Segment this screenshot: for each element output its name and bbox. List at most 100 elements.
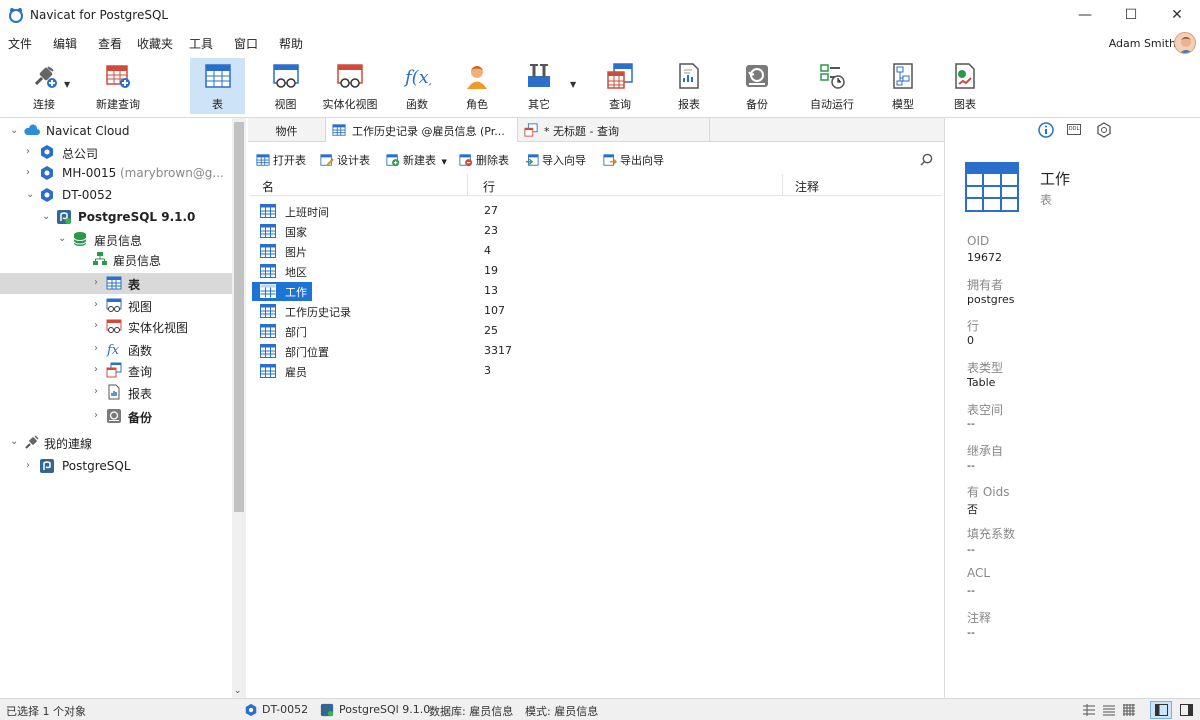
- menu-file[interactable]: 文件: [8, 35, 32, 52]
- tree-item-database[interactable]: ⌄ 雇员信息: [0, 229, 232, 250]
- table-row[interactable]: 上班时间 27: [252, 202, 942, 221]
- tree-item-backups[interactable]: › 备份: [0, 406, 232, 427]
- toolbar-label: 表: [212, 98, 223, 111]
- chevron-down-icon[interactable]: ⌄: [26, 189, 36, 200]
- chevron-down-icon[interactable]: ⌄: [42, 211, 52, 222]
- table-row-count: 25: [484, 324, 498, 337]
- tree-item-reports[interactable]: › 报表: [0, 382, 232, 403]
- detail-view-icon[interactable]: [1103, 704, 1115, 716]
- column-divider[interactable]: [467, 174, 468, 196]
- search-icon[interactable]: [920, 153, 933, 166]
- toolbar-view-button[interactable]: 视图: [258, 58, 313, 114]
- grid-view-icon[interactable]: [1123, 704, 1135, 716]
- column-divider[interactable]: [782, 174, 783, 196]
- toolbar-table-button[interactable]: 表: [190, 58, 245, 114]
- menu-tools[interactable]: 工具: [189, 35, 213, 52]
- tree-item-tables[interactable]: › 表: [0, 273, 232, 294]
- chevron-down-icon[interactable]: ▼: [570, 80, 576, 89]
- list-view-icon[interactable]: [1083, 704, 1095, 716]
- design-table-label: 设计表: [337, 154, 370, 167]
- chevron-down-icon[interactable]: ⌄: [10, 436, 20, 447]
- prop-value-tablespace: --: [967, 417, 975, 430]
- scroll-down-icon[interactable]: ⌄: [234, 686, 242, 696]
- menu-view[interactable]: 查看: [98, 35, 122, 52]
- toolbar-other-button[interactable]: 其它: [514, 58, 564, 114]
- tree-item-mh-0015[interactable]: › MH-0015 (marybrown@g...: [0, 163, 232, 184]
- table-row[interactable]: 部门位置 3317: [252, 342, 942, 361]
- chevron-right-icon[interactable]: ›: [94, 386, 104, 397]
- tree-item-dt-0052[interactable]: ⌄ DT-0052: [0, 185, 232, 206]
- close-button[interactable]: ✕: [1154, 0, 1200, 30]
- design-table-button[interactable]: 设计表: [320, 152, 370, 168]
- tree-item-schema[interactable]: 雇员信息: [0, 249, 232, 270]
- table-icon: [260, 264, 276, 278]
- chevron-right-icon[interactable]: ›: [94, 299, 104, 310]
- menu-favorites[interactable]: 收藏夹: [137, 35, 173, 52]
- toolbar-backup-button[interactable]: 备份: [732, 58, 782, 114]
- menu-edit[interactable]: 编辑: [53, 35, 77, 52]
- tree-item-queries[interactable]: › 查询: [0, 360, 232, 381]
- toolbar-materialized-view-button[interactable]: 实体化视图: [320, 58, 380, 114]
- table-row[interactable]: 部门 25: [252, 322, 942, 341]
- menu-help[interactable]: 帮助: [279, 35, 303, 52]
- table-row-selected[interactable]: 工作 13: [252, 282, 942, 301]
- dependency-icon[interactable]: [1096, 122, 1112, 138]
- toolbar-model-button[interactable]: 模型: [878, 58, 928, 114]
- maximize-button[interactable]: ☐: [1108, 0, 1154, 30]
- table-row[interactable]: 地区 19: [252, 262, 942, 281]
- chevron-down-icon[interactable]: ▼: [64, 80, 70, 89]
- minimize-button[interactable]: —: [1062, 0, 1108, 30]
- column-header-comment[interactable]: 注释: [795, 178, 819, 195]
- open-table-button[interactable]: 打开表: [256, 152, 306, 168]
- chevron-right-icon[interactable]: ›: [94, 320, 104, 331]
- chevron-down-icon[interactable]: ⌄: [58, 233, 68, 244]
- tree-item-headquarters[interactable]: › 总公司: [0, 142, 232, 163]
- new-table-button[interactable]: 新建表 ▼: [386, 152, 447, 168]
- menu-window[interactable]: 窗口: [234, 35, 258, 52]
- chevron-right-icon[interactable]: ›: [94, 410, 104, 421]
- table-row[interactable]: 图片 4: [252, 242, 942, 261]
- chevron-right-icon[interactable]: ›: [94, 343, 104, 354]
- ddl-icon[interactable]: DDL: [1067, 124, 1081, 135]
- toolbar-new-query-button[interactable]: 新建查询: [88, 58, 148, 114]
- tab-objects[interactable]: 物件: [248, 118, 326, 142]
- tree-item-functions[interactable]: › fx 函数: [0, 339, 232, 360]
- column-header-name[interactable]: 名: [262, 178, 274, 195]
- sidebar-scrollbar[interactable]: ⌄: [232, 118, 246, 698]
- table-row[interactable]: 工作历史记录 107: [252, 302, 942, 321]
- tree-item-my-connections[interactable]: ⌄ 我的連線: [0, 432, 232, 453]
- toolbar-report-button[interactable]: 报表: [664, 58, 714, 114]
- tree-item-views[interactable]: › 视图: [0, 295, 232, 316]
- tree-item-materialized-views[interactable]: › 实体化视图: [0, 316, 232, 337]
- export-wizard-button[interactable]: 导出向导: [603, 152, 664, 168]
- toolbar-automation-button[interactable]: 自动运行: [804, 58, 860, 114]
- table-row[interactable]: 雇员 3: [252, 362, 942, 381]
- table-row[interactable]: 国家 23: [252, 222, 942, 241]
- scrollbar-thumb[interactable]: [234, 122, 244, 512]
- chevron-right-icon[interactable]: ›: [26, 146, 36, 157]
- info-icon[interactable]: [1038, 122, 1054, 138]
- user-name[interactable]: Adam Smith: [1109, 37, 1176, 50]
- avatar[interactable]: [1174, 32, 1196, 54]
- chevron-right-icon[interactable]: ›: [26, 460, 36, 471]
- chevron-down-icon[interactable]: ▼: [442, 158, 447, 166]
- table-name: 图片: [285, 246, 307, 259]
- tab-untitled-query[interactable]: * 无标题 - 查询: [518, 118, 710, 142]
- toggle-panel-button[interactable]: [1150, 701, 1172, 719]
- toolbar-function-button[interactable]: f(x) 函数: [392, 58, 442, 114]
- tree-item-postgresql-server[interactable]: ⌄ PostgreSQL 9.1.0: [0, 207, 232, 228]
- chevron-right-icon[interactable]: ›: [26, 167, 36, 178]
- tab-job-history[interactable]: 工作历史记录 @雇员信息 (Pr...: [326, 118, 518, 142]
- chevron-right-icon[interactable]: ›: [94, 364, 104, 375]
- tree-item-postgresql-connection[interactable]: › PostgreSQL: [0, 456, 232, 477]
- delete-table-button[interactable]: 删除表: [459, 152, 509, 168]
- chevron-down-icon[interactable]: ⌄: [10, 125, 20, 136]
- tree-item-navicat-cloud[interactable]: ⌄ Navicat Cloud: [0, 121, 232, 142]
- info-pane-icon[interactable]: [1180, 704, 1193, 716]
- column-header-rows[interactable]: 行: [483, 178, 495, 195]
- toolbar-role-button[interactable]: 角色: [452, 58, 502, 114]
- toolbar-query-button[interactable]: 查询: [595, 58, 645, 114]
- chevron-right-icon[interactable]: ›: [94, 277, 104, 288]
- import-wizard-button[interactable]: 导入向导: [525, 152, 586, 168]
- toolbar-chart-button[interactable]: 图表: [940, 58, 990, 114]
